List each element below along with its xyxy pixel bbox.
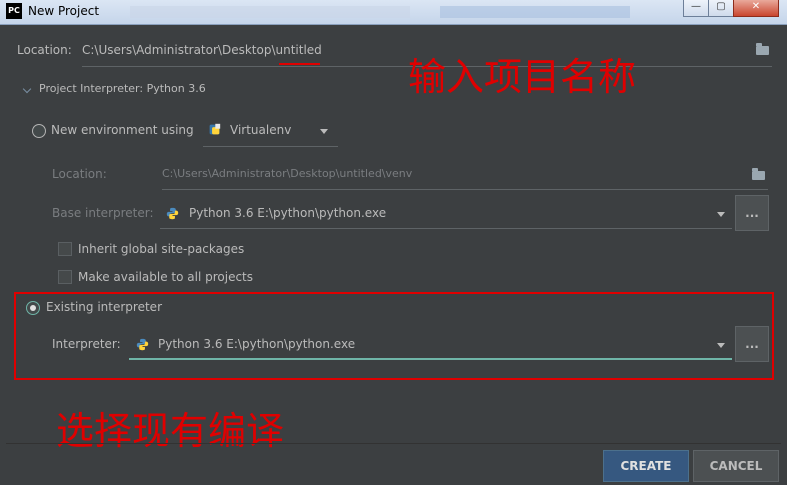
footer-separator xyxy=(6,443,781,444)
chevron-down-icon xyxy=(717,343,725,348)
inherit-packages-checkbox[interactable] xyxy=(58,242,72,256)
chevron-down-icon xyxy=(717,212,725,217)
background-taskbar-tab xyxy=(130,6,410,18)
pycharm-app-icon: PC xyxy=(6,3,22,19)
select-focus-underline xyxy=(129,358,732,360)
interpreter-section-title[interactable]: Project Interpreter: Python 3.6 xyxy=(39,82,206,95)
base-interpreter-value: Python 3.6 E:\python\python.exe xyxy=(189,206,387,220)
folder-icon[interactable] xyxy=(756,43,769,55)
inherit-packages-label: Inherit global site-packages xyxy=(78,242,245,256)
select-underline xyxy=(203,146,338,147)
python-icon xyxy=(166,207,179,220)
annotation-select-existing-interpreter: 选择现有编译 xyxy=(56,409,285,453)
virtualenv-icon xyxy=(209,123,221,135)
make-available-checkbox[interactable] xyxy=(58,270,72,284)
base-interpreter-select[interactable]: Python 3.6 E:\python\python.exe xyxy=(160,200,732,229)
minimize-button[interactable]: — xyxy=(683,0,709,17)
create-button[interactable]: CREATE xyxy=(603,450,689,482)
make-available-label: Make available to all projects xyxy=(78,270,254,284)
interpreter-browse-button[interactable]: ... xyxy=(735,326,769,362)
base-interpreter-browse-button[interactable]: ... xyxy=(735,195,769,231)
location-project-name: untitled xyxy=(275,43,322,57)
environment-tool-value: Virtualenv xyxy=(230,123,292,137)
folder-icon[interactable] xyxy=(752,168,765,180)
new-environment-radio[interactable] xyxy=(32,124,46,138)
location-input[interactable]: C:\Users\Administrator\Desktop\untitled xyxy=(82,43,322,57)
close-button[interactable]: ✕ xyxy=(733,0,779,17)
venv-location-label: Location: xyxy=(52,167,107,181)
cancel-button[interactable]: CANCEL xyxy=(693,450,779,482)
chevron-down-icon xyxy=(320,129,328,134)
base-interpreter-label: Base interpreter: xyxy=(52,206,154,220)
existing-interpreter-radio[interactable] xyxy=(26,301,40,315)
chevron-down-icon[interactable] xyxy=(22,84,32,94)
existing-interpreter-label: Existing interpreter xyxy=(46,300,162,314)
interpreter-label: Interpreter: xyxy=(52,337,121,351)
maximize-button[interactable]: ▢ xyxy=(708,0,734,17)
location-label: Location: xyxy=(17,43,72,57)
venv-location-underline xyxy=(162,189,768,190)
window-title: New Project xyxy=(28,4,100,18)
title-bar: PC New Project — ▢ ✕ xyxy=(0,0,787,25)
background-taskbar-tab-2 xyxy=(440,6,630,18)
interpreter-select[interactable]: Python 3.6 E:\python\python.exe xyxy=(129,332,732,360)
location-path-prefix: C:\Users\Administrator\Desktop\ xyxy=(82,43,276,57)
new-environment-label: New environment using xyxy=(51,123,194,137)
annotation-underline xyxy=(279,63,320,65)
python-icon xyxy=(136,338,149,351)
select-underline xyxy=(160,228,732,229)
environment-tool-select[interactable]: Virtualenv xyxy=(203,120,338,147)
interpreter-value: Python 3.6 E:\python\python.exe xyxy=(158,337,356,351)
annotation-enter-project-name: 输入项目名称 xyxy=(408,55,637,99)
venv-location-value[interactable]: C:\Users\Administrator\Desktop\untitled\… xyxy=(162,167,412,180)
